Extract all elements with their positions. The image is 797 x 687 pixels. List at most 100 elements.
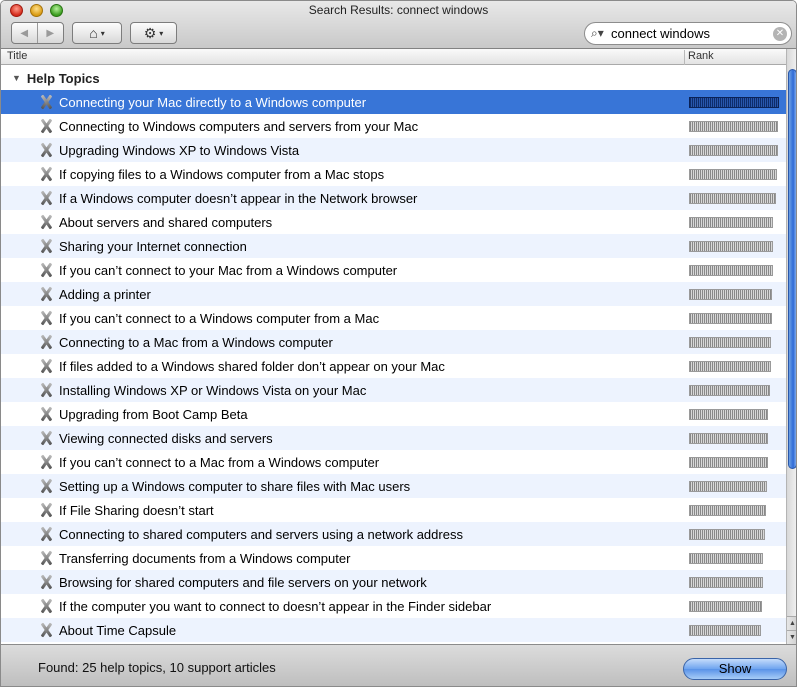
rank-bar: [689, 241, 773, 252]
rank-bar: [689, 409, 768, 420]
footer-bar: Found: 25 help topics, 10 support articl…: [1, 644, 796, 686]
mac-os-x-help-icon: [39, 262, 53, 278]
scroll-up-arrow[interactable]: ▲: [787, 616, 796, 630]
result-row[interactable]: Upgrading from Boot Camp Beta: [1, 402, 786, 426]
result-title: Browsing for shared computers and file s…: [59, 574, 427, 590]
mac-os-x-help-icon: [39, 598, 53, 614]
mac-os-x-help-icon: [39, 430, 53, 446]
search-field[interactable]: ⌕▾ ✕: [584, 22, 792, 45]
result-title: If File Sharing doesn’t start: [59, 502, 214, 518]
mac-os-x-help-icon: [39, 550, 53, 566]
result-row[interactable]: If File Sharing doesn’t start: [1, 498, 786, 522]
rank-bar: [689, 625, 761, 636]
home-icon: ⌂: [89, 25, 98, 41]
mac-os-x-help-icon: [39, 214, 53, 230]
mac-os-x-help-icon: [39, 502, 53, 518]
result-title: If you can’t connect to a Mac from a Win…: [59, 454, 380, 470]
scroll-thumb[interactable]: [788, 69, 796, 469]
result-row[interactable]: Upgrading Windows XP to Windows Vista: [1, 138, 786, 162]
mac-os-x-help-icon: [39, 358, 53, 374]
back-arrow-icon: ◀: [20, 27, 29, 39]
result-row[interactable]: Connecting to a Mac from a Windows compu…: [1, 330, 786, 354]
rank-bar: [689, 457, 768, 468]
result-row[interactable]: Installing Windows XP or Windows Vista o…: [1, 378, 786, 402]
result-row[interactable]: Connecting to shared computers and serve…: [1, 522, 786, 546]
result-row[interactable]: Connecting to Windows computers and serv…: [1, 114, 786, 138]
show-button[interactable]: Show: [683, 658, 787, 680]
rank-bar: [689, 121, 778, 132]
result-row[interactable]: About servers and shared computers: [1, 210, 786, 234]
result-row[interactable]: Transferring documents from a Windows co…: [1, 546, 786, 570]
result-title: About Time Capsule: [59, 622, 177, 638]
rank-bar: [689, 265, 773, 276]
result-title: Adding a printer: [59, 286, 151, 302]
mac-os-x-help-icon: [39, 118, 53, 134]
mac-os-x-help-icon: [39, 574, 53, 590]
window-title: Search Results: connect windows: [308, 3, 489, 17]
forward-button[interactable]: ▶: [38, 23, 63, 43]
result-row[interactable]: If the computer you want to connect to d…: [1, 594, 786, 618]
rank-bar: [689, 505, 766, 516]
forward-arrow-icon: ▶: [46, 27, 55, 39]
group-label: Help Topics: [26, 70, 100, 86]
search-icon[interactable]: ⌕▾: [591, 26, 611, 41]
rank-bar: [689, 193, 776, 204]
result-title: Connecting to Windows computers and serv…: [59, 118, 419, 134]
result-title: Connecting to a Mac from a Windows compu…: [59, 334, 333, 350]
mac-os-x-help-icon: [39, 94, 53, 110]
home-button[interactable]: ⌂ ▾: [72, 22, 122, 44]
rank-bar: [689, 145, 778, 156]
result-row[interactable]: If you can’t connect to a Windows comput…: [1, 306, 786, 330]
result-title: If copying files to a Windows computer f…: [59, 166, 385, 182]
group-help-topics[interactable]: ▼ Help Topics: [1, 66, 786, 90]
mac-os-x-help-icon: [39, 286, 53, 302]
disclosure-triangle-icon[interactable]: ▼: [12, 73, 21, 83]
back-forward-control: ◀ ▶: [11, 22, 64, 44]
result-title: Upgrading from Boot Camp Beta: [59, 406, 248, 422]
rank-bar: [689, 577, 763, 588]
result-row[interactable]: If files added to a Windows shared folde…: [1, 354, 786, 378]
result-row[interactable]: Connecting your Mac directly to a Window…: [1, 90, 786, 114]
result-row[interactable]: If copying files to a Windows computer f…: [1, 162, 786, 186]
mac-os-x-help-icon: [39, 142, 53, 158]
result-title: If you can’t connect to your Mac from a …: [59, 262, 398, 278]
result-row[interactable]: Setting up a Windows computer to share f…: [1, 474, 786, 498]
result-title: Sharing your Internet connection: [59, 238, 247, 254]
mac-os-x-help-icon: [39, 622, 53, 638]
result-title: Upgrading Windows XP to Windows Vista: [59, 142, 300, 158]
action-menu-button[interactable]: ⚙ ▾: [130, 22, 177, 44]
result-row[interactable]: Viewing connected disks and servers: [1, 426, 786, 450]
result-title: About servers and shared computers: [59, 214, 273, 230]
back-button[interactable]: ◀: [12, 23, 38, 43]
mac-os-x-help-icon: [39, 238, 53, 254]
rank-bar: [689, 601, 762, 612]
result-title: Viewing connected disks and servers: [59, 430, 273, 446]
chevron-down-icon: ▾: [100, 28, 105, 38]
results-list: ▼ Help Topics Connecting your Mac direct…: [1, 66, 786, 644]
result-row[interactable]: Sharing your Internet connection: [1, 234, 786, 258]
result-title: Connecting your Mac directly to a Window…: [59, 94, 367, 110]
result-row[interactable]: If you can’t connect to a Mac from a Win…: [1, 450, 786, 474]
scroll-down-arrow[interactable]: ▼: [787, 630, 796, 644]
rank-bar: [689, 97, 779, 108]
result-row[interactable]: Adding a printer: [1, 282, 786, 306]
clear-search-icon[interactable]: ✕: [773, 27, 787, 41]
results-count-status: Found: 25 help topics, 10 support articl…: [38, 660, 276, 675]
result-row[interactable]: If a Windows computer doesn’t appear in …: [1, 186, 786, 210]
vertical-scrollbar[interactable]: ▲ ▼: [786, 49, 796, 644]
result-row[interactable]: If you can’t connect to your Mac from a …: [1, 258, 786, 282]
search-input[interactable]: [611, 26, 771, 41]
result-title: If the computer you want to connect to d…: [59, 598, 492, 614]
column-header-title[interactable]: Title: [7, 50, 27, 62]
rank-bar: [689, 481, 767, 492]
rank-bar: [689, 337, 771, 348]
gear-icon: ⚙: [143, 24, 157, 41]
toolbar: Search Results: connect windows ◀ ▶ ⌂ ▾ …: [1, 1, 796, 49]
column-header-rank[interactable]: Rank: [684, 50, 786, 65]
mac-os-x-help-icon: [39, 166, 53, 182]
rank-bar: [689, 217, 773, 228]
column-header: Title Rank: [1, 49, 786, 65]
result-row[interactable]: Browsing for shared computers and file s…: [1, 570, 786, 594]
result-row[interactable]: About Time Capsule: [1, 618, 786, 642]
result-title: Setting up a Windows computer to share f…: [59, 478, 411, 494]
